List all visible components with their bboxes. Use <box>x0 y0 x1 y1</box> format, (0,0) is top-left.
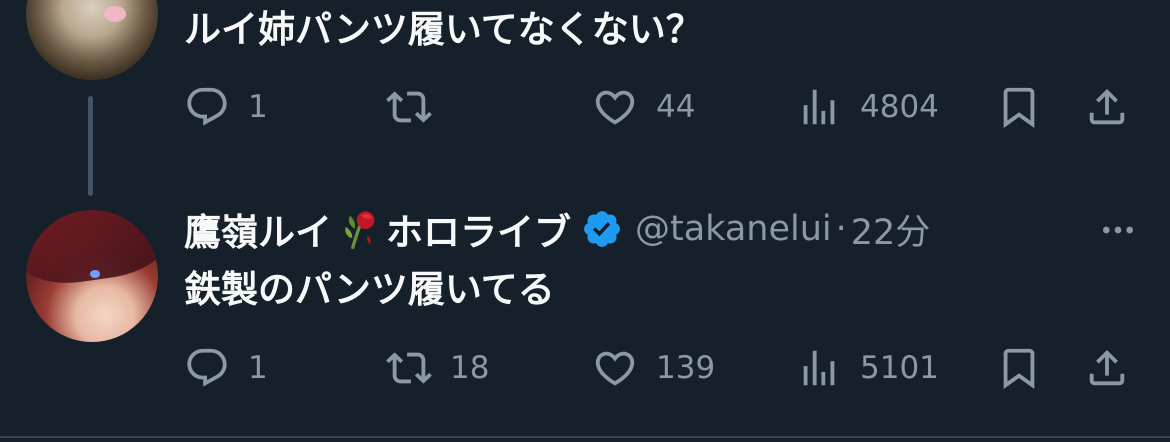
bookmark-button[interactable] <box>996 343 1042 393</box>
retweet-count: 18 <box>450 350 490 386</box>
handle[interactable]: @takanelui <box>635 209 832 249</box>
reply-count: 1 <box>248 89 268 125</box>
bookmark-icon <box>1003 348 1035 389</box>
retweet-button[interactable]: 18 <box>386 343 489 393</box>
rose-emoji-icon <box>345 211 375 250</box>
avatar-takanelui[interactable] <box>26 210 158 342</box>
display-name[interactable]: 鷹嶺ルイ <box>184 202 332 256</box>
divider <box>0 436 1170 438</box>
like-icon <box>595 90 635 125</box>
tweet-text: ルイ姉パンツ履いてなくない？ <box>184 8 703 51</box>
tweet-header: 鷹嶺ルイ ホロライブ @takanelui · 22分 <box>184 204 931 255</box>
reply-button[interactable]: 1 <box>184 343 268 393</box>
reply-button[interactable]: 1 <box>184 82 268 132</box>
timestamp[interactable]: 22分 <box>851 204 931 255</box>
like-button[interactable]: 44 <box>592 82 695 132</box>
separator: · <box>835 209 847 249</box>
like-count: 44 <box>656 89 696 125</box>
more-icon[interactable] <box>1096 210 1140 250</box>
views-button[interactable]: 5101 <box>796 343 939 393</box>
share-icon <box>1089 88 1125 125</box>
views-button[interactable]: 4804 <box>796 82 939 132</box>
thread-line <box>88 96 93 196</box>
retweet-icon <box>386 352 432 384</box>
reply-icon <box>187 87 227 126</box>
views-count: 5101 <box>860 350 939 386</box>
bookmark-icon <box>1003 87 1035 128</box>
share-button[interactable] <box>1084 343 1130 393</box>
retweet-button[interactable] <box>386 82 450 132</box>
bookmark-button[interactable] <box>996 82 1042 132</box>
like-button[interactable]: 139 <box>592 343 715 393</box>
share-button[interactable] <box>1084 82 1130 132</box>
verified-badge-icon <box>584 211 620 247</box>
share-icon <box>1089 349 1125 386</box>
reply-count: 1 <box>248 350 268 386</box>
like-icon <box>595 351 635 386</box>
reply-icon <box>187 348 227 387</box>
views-count: 4804 <box>860 89 939 125</box>
retweet-icon <box>386 91 432 123</box>
like-count: 139 <box>656 350 716 386</box>
views-icon <box>803 89 835 125</box>
views-icon <box>803 350 835 386</box>
display-name-suffix[interactable]: ホロライブ <box>386 202 571 256</box>
tweet-actions: 1 18 139 5101 <box>184 343 1144 393</box>
tweet-text: 鉄製のパンツ履いてる <box>184 268 555 311</box>
avatar-user-1[interactable] <box>26 0 158 80</box>
tweet-actions: 1 44 4804 <box>184 82 1144 132</box>
